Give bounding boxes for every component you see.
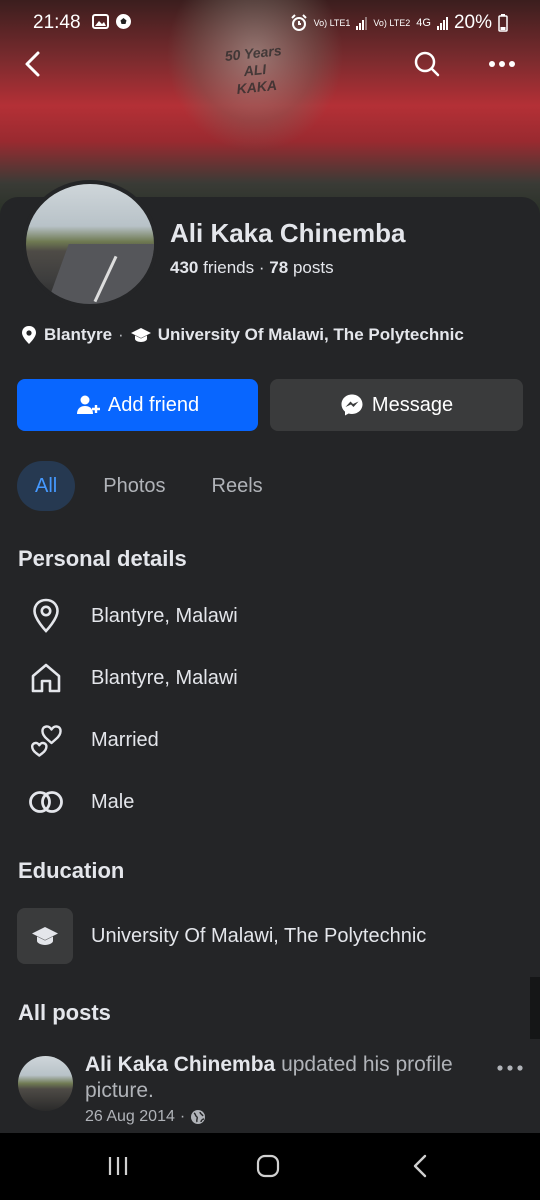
- personal-details-heading: Personal details: [18, 546, 187, 571]
- location-pin-icon: [22, 326, 36, 344]
- detail-text: Blantyre, Malawi: [91, 604, 238, 627]
- battery-icon: [498, 14, 508, 32]
- profile-name: Ali Kaka Chinemba: [170, 218, 406, 248]
- posts-count: 78: [269, 258, 289, 277]
- profile-avatar[interactable]: [22, 180, 158, 308]
- detail-relationship: Married: [25, 719, 159, 761]
- post-header-text: Ali Kaka Chinemba updated his profile pi…: [85, 1052, 475, 1104]
- tab-reels[interactable]: Reels: [194, 461, 281, 511]
- profile-tabs: All Photos Reels: [17, 461, 291, 511]
- recent-apps-button[interactable]: [98, 1151, 138, 1181]
- message-label: Message: [371, 393, 454, 416]
- more-horizontal-icon: [489, 61, 515, 67]
- all-posts-heading: All posts: [18, 1000, 111, 1025]
- lte2-label: Vo) LTE2: [373, 17, 411, 28]
- detail-text: Male: [91, 790, 135, 813]
- search-icon: [414, 51, 440, 77]
- post-date[interactable]: 26 Aug 2014: [85, 1108, 175, 1126]
- add-friend-label: Add friend: [107, 393, 200, 416]
- battery-percent: 20%: [453, 12, 492, 33]
- network-type-label: 4G: [416, 16, 431, 29]
- messenger-icon: [341, 394, 363, 416]
- home-button[interactable]: [248, 1151, 288, 1181]
- soccer-ball-icon: [116, 14, 131, 29]
- system-navigation-bar: [0, 1133, 540, 1200]
- gallery-icon: [92, 14, 109, 29]
- gender-icon: [29, 791, 63, 813]
- signal-2-icon: [436, 16, 448, 30]
- posts-label: posts: [292, 258, 334, 277]
- more-horizontal-icon: [497, 1065, 523, 1071]
- back-arrow-icon: [413, 1154, 427, 1178]
- hearts-icon: [30, 725, 62, 757]
- add-friend-button[interactable]: Add friend: [17, 379, 258, 431]
- message-button[interactable]: Message: [270, 379, 523, 431]
- home-nav-icon: [256, 1154, 280, 1178]
- add-person-icon: [76, 395, 100, 414]
- post-author-name[interactable]: Ali Kaka Chinemba: [85, 1053, 275, 1076]
- system-back-button[interactable]: [400, 1151, 440, 1181]
- graduation-cap-icon: [32, 927, 58, 945]
- detail-hometown: Blantyre, Malawi: [25, 657, 238, 699]
- detail-text: Blantyre, Malawi: [91, 666, 238, 689]
- back-button[interactable]: [13, 44, 53, 84]
- globe-icon: [191, 1110, 206, 1124]
- status-bar: 21:48 Vo) LTE1 Vo) LTE2 4G 20%: [0, 0, 540, 46]
- education-heading: Education: [18, 858, 125, 883]
- profile-counts: 430 friends · 78 posts: [170, 258, 334, 278]
- friends-label[interactable]: friends: [203, 258, 254, 277]
- search-button[interactable]: [407, 44, 447, 84]
- post-author-avatar[interactable]: [18, 1056, 73, 1111]
- tab-all[interactable]: All: [17, 461, 76, 511]
- status-time: 21:48: [33, 12, 81, 33]
- intro-school[interactable]: University Of Malawi, The Polytechnic: [158, 325, 464, 345]
- lte1-label: Vo) LTE1: [313, 17, 351, 28]
- location-pin-icon: [33, 598, 59, 633]
- detail-text: Married: [91, 728, 159, 751]
- intro-location[interactable]: Blantyre: [44, 325, 112, 345]
- detail-current-city: Blantyre, Malawi: [25, 595, 238, 637]
- post-meta: 26 Aug 2014 ·: [85, 1108, 206, 1126]
- home-icon: [31, 663, 61, 693]
- graduation-cap-icon: [130, 328, 151, 342]
- more-options-button[interactable]: [482, 44, 522, 84]
- scrollbar[interactable]: [530, 977, 540, 1039]
- education-school: University Of Malawi, The Polytechnic: [91, 924, 427, 947]
- chevron-left-icon: [25, 51, 40, 77]
- tab-photos[interactable]: Photos: [85, 461, 183, 511]
- recent-apps-icon: [108, 1157, 128, 1175]
- counts-separator: ·: [258, 258, 265, 277]
- profile-intro-line: Blantyre · University Of Malawi, The Pol…: [20, 325, 464, 345]
- education-item[interactable]: University Of Malawi, The Polytechnic: [17, 908, 426, 964]
- cover-badge-text: 50 Years ALI KAKA: [224, 42, 283, 97]
- friends-count: 430: [170, 258, 199, 277]
- alarm-icon: [290, 14, 307, 31]
- post-more-button[interactable]: [492, 1056, 528, 1080]
- detail-gender: Male: [25, 781, 134, 823]
- signal-1-icon: [356, 16, 368, 30]
